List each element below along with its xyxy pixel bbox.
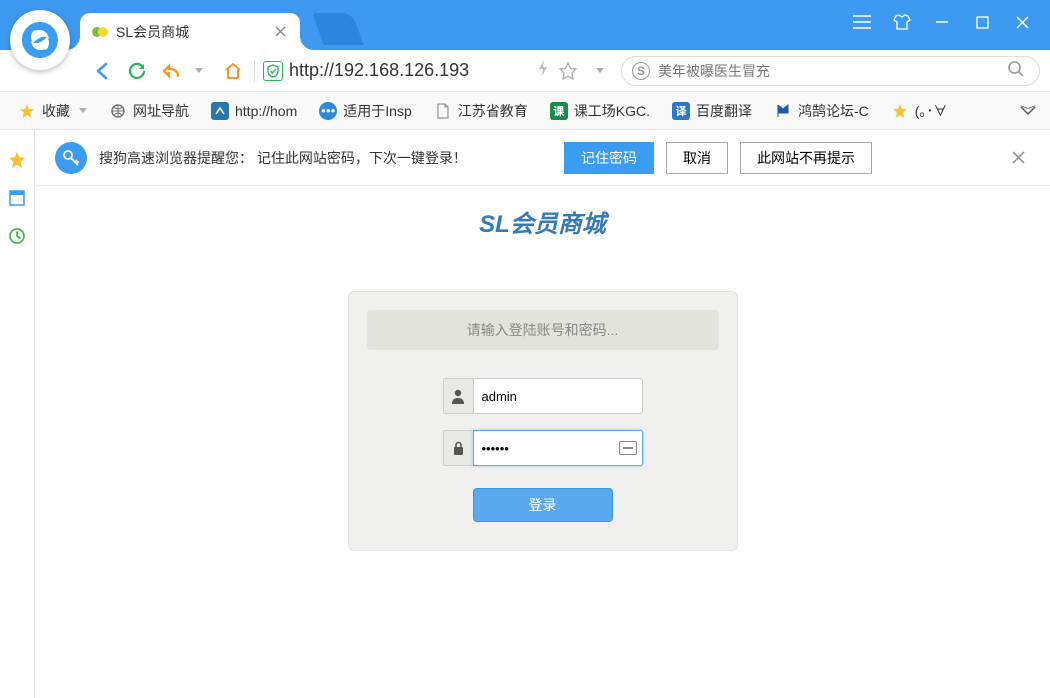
bookmark-item[interactable]: 鸿鹄论坛-C [766,98,877,124]
bookmark-label: 适用于Insp [343,101,411,121]
bookmark-item[interactable]: http://hom [203,99,305,123]
file-icon [434,102,452,120]
bookmark-label: http://hom [235,103,297,119]
site-icon: 课 [550,102,568,120]
username-input[interactable] [473,378,643,414]
reload-button[interactable] [124,58,150,84]
cancel-button[interactable]: 取消 [666,142,728,174]
content-area: 搜狗高速浏览器提醒您： 记住此网站密码，下次一键登录！ 记住密码 取消 此网站不… [35,130,1050,698]
tab-title: SL会员商城 [116,22,272,42]
maximize-button[interactable] [972,12,992,32]
login-card: 请输入登陆账号和密码... 登录 [348,291,738,551]
password-row [367,430,719,466]
browser-tab[interactable]: SL会员商城 [80,13,300,50]
bookmark-bar: 收藏 网址导航 http://hom ●●● 适用于Insp 江苏省教育 课课工场… [0,92,1050,130]
site-icon: 译 [672,102,690,120]
star-icon [18,102,36,120]
browser-logo[interactable] [10,10,70,70]
side-favorite-icon[interactable] [7,150,27,170]
side-panel-icon[interactable] [7,188,27,208]
tab-close-icon[interactable] [272,24,288,40]
browser-logo-wrap [0,0,80,50]
site-icon [774,102,792,120]
address-input[interactable] [289,60,531,81]
password-notify-bar: 搜狗高速浏览器提醒您： 记住此网站密码，下次一键登录！ 记住密码 取消 此网站不… [35,130,1050,186]
bookmark-item[interactable]: 网址导航 [101,98,197,124]
site-icon: ●●● [319,102,337,120]
new-tab-button[interactable] [312,13,364,45]
menu-icon[interactable] [852,12,872,32]
favorite-dropdown[interactable] [587,58,613,84]
bookmark-item[interactable]: 课课工场KGC. [542,98,658,124]
login-button[interactable]: 登录 [473,488,613,522]
star-icon [891,102,909,120]
favorites-label[interactable]: 收藏 [10,98,95,124]
skin-icon[interactable] [892,12,912,32]
search-icon[interactable] [1007,60,1029,82]
undo-button[interactable] [158,58,184,84]
back-button[interactable] [90,58,116,84]
chevron-down-icon [79,108,87,113]
toolbar: S [0,50,1050,92]
notify-close-icon[interactable] [1006,146,1030,170]
favorite-star-icon[interactable] [555,58,581,84]
undo-dropdown[interactable] [186,58,212,84]
globe-icon [109,102,127,120]
bookmark-item[interactable]: ●●● 适用于Insp [311,98,419,124]
close-button[interactable] [1012,12,1032,32]
username-row [367,378,719,414]
page-title: SL会员商城 [479,204,606,239]
user-icon [443,378,473,414]
address-bar[interactable] [263,57,613,85]
password-input[interactable] [473,430,643,466]
dismiss-button[interactable]: 此网站不再提示 [740,142,872,174]
bookmarks-more-icon[interactable] [1016,105,1040,117]
notify-message: 搜狗高速浏览器提醒您： 记住此网站密码，下次一键登录！ [99,148,552,168]
bookmark-label: 网址导航 [133,101,189,121]
password-wrap [473,430,643,466]
search-engine-icon[interactable]: S [632,62,650,80]
login-header: 请输入登陆账号和密码... [367,310,719,350]
home-button[interactable] [220,58,246,84]
search-input[interactable] [658,63,999,79]
flash-icon[interactable] [537,59,549,82]
bookmark-label: 鸿鹄论坛-C [798,101,869,121]
tab-favicon [92,24,108,40]
bookmark-item[interactable]: (｡･∀ [883,98,956,124]
minimize-button[interactable] [932,12,952,32]
side-panel [0,130,35,698]
favorites-text: 收藏 [42,101,70,121]
security-badge-icon[interactable] [263,61,283,81]
search-box[interactable]: S [621,56,1040,86]
key-icon [55,142,87,174]
bookmark-label: 课工场KGC. [574,101,650,121]
titlebar: SL会员商城 [0,0,1050,50]
keyboard-icon[interactable] [619,441,637,455]
window-controls [834,0,1050,44]
bookmark-label: 百度翻译 [696,101,752,121]
page: SL会员商城 请输入登陆账号和密码... 登录 [35,186,1050,551]
bookmark-item[interactable]: 译百度翻译 [664,98,760,124]
side-history-icon[interactable] [7,226,27,246]
bookmark-label: (｡･∀ [915,101,948,121]
site-icon [211,102,229,120]
bookmark-item[interactable]: 江苏省教育 [426,98,536,124]
bookmark-label: 江苏省教育 [458,101,528,121]
separator [254,60,255,82]
lock-icon [443,430,473,466]
remember-password-button[interactable]: 记住密码 [564,142,654,174]
